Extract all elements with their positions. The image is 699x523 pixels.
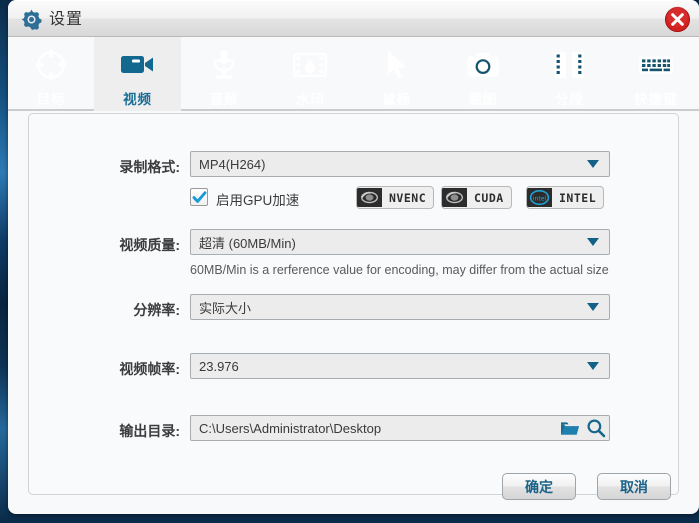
chevron-down-icon (587, 303, 599, 311)
tab-label: 目标 (37, 88, 66, 108)
camera-icon (466, 49, 500, 81)
gpu-acceleration-row: 启用GPU加速 NVENC CUDA (190, 186, 610, 212)
tab-label: 分段 (555, 88, 584, 108)
tab-label: 快捷键 (634, 88, 678, 108)
magnifier-icon[interactable] (583, 416, 609, 440)
tab-label: 视频 (123, 88, 152, 108)
keyboard-icon (638, 49, 674, 81)
framerate-label: 视频帧率: (60, 359, 180, 379)
gpu-badge-label: NVENC (382, 191, 433, 205)
tab-mouse[interactable]: 鼠标 (354, 37, 440, 111)
format-label: 录制格式: (60, 157, 180, 177)
quality-hint-text: 60MB/Min is a rerference value for encod… (190, 263, 609, 277)
outdir-input[interactable]: C:\Users\Administrator\Desktop (190, 415, 610, 441)
outdir-label: 输出目录: (60, 421, 180, 441)
chevron-down-icon (587, 160, 599, 168)
folder-icon[interactable] (557, 416, 583, 440)
quality-dropdown[interactable]: 超清 (60MB/Min) (190, 229, 610, 255)
gear-icon (21, 9, 42, 30)
gpu-checkbox-label: 启用GPU加速 (216, 189, 299, 209)
tab-label: 水印 (296, 88, 325, 108)
microphone-icon (210, 49, 238, 81)
resolution-label: 分辨率: (60, 300, 180, 320)
tab-target[interactable]: 目标 (8, 37, 94, 111)
film-split-icon (553, 49, 585, 81)
tab-watermark[interactable]: 水印 (267, 37, 353, 111)
tab-bar: 目标 视频 音频 (8, 37, 699, 111)
tab-label: 鼠标 (382, 88, 411, 108)
gpu-checkbox[interactable] (190, 188, 208, 206)
cursor-arrow-icon (385, 49, 409, 81)
check-icon (191, 189, 208, 206)
camcorder-icon (120, 49, 156, 81)
resolution-value: 实际大小 (191, 298, 587, 317)
gpu-badge-nvenc[interactable]: NVENC (356, 186, 434, 209)
tab-screenshot[interactable]: 截图 (440, 37, 526, 111)
tab-video[interactable]: 视频 (94, 37, 180, 111)
chevron-down-icon (587, 238, 599, 246)
target-icon (34, 49, 68, 81)
gpu-badge-cuda[interactable]: CUDA (441, 186, 512, 209)
quality-value: 超清 (60MB/Min) (191, 233, 587, 252)
cancel-button[interactable]: 取消 (597, 473, 671, 500)
tab-audio[interactable]: 音频 (181, 37, 267, 111)
gpu-badge-label: INTEL (552, 191, 603, 205)
chevron-down-icon (587, 362, 599, 370)
format-value: MP4(H264) (191, 157, 587, 172)
outdir-value: C:\Users\Administrator\Desktop (191, 421, 557, 436)
tab-hotkeys[interactable]: 快捷键 (613, 37, 699, 111)
title-bar: 设置 (8, 0, 699, 37)
framerate-value: 23.976 (191, 359, 587, 374)
svg-text:intel: intel (533, 195, 547, 202)
settings-window: 设置 目标 (8, 0, 699, 514)
watermark-film-icon (293, 49, 327, 81)
nvidia-eye-icon (442, 188, 467, 207)
gpu-badge-intel[interactable]: intel INTEL (526, 186, 604, 209)
resolution-dropdown[interactable]: 实际大小 (190, 294, 610, 320)
tab-segment[interactable]: 分段 (526, 37, 612, 111)
close-icon[interactable] (664, 6, 691, 33)
gpu-badge-label: CUDA (467, 191, 511, 205)
window-title: 设置 (49, 9, 83, 30)
tab-label: 音频 (209, 88, 238, 108)
tab-label: 截图 (469, 88, 498, 108)
framerate-dropdown[interactable]: 23.976 (190, 353, 610, 379)
quality-label: 视频质量: (60, 235, 180, 255)
nvidia-eye-icon (357, 188, 382, 207)
intel-logo-icon: intel (527, 188, 552, 207)
ok-button[interactable]: 确定 (502, 473, 576, 500)
format-dropdown[interactable]: MP4(H264) (190, 151, 610, 177)
